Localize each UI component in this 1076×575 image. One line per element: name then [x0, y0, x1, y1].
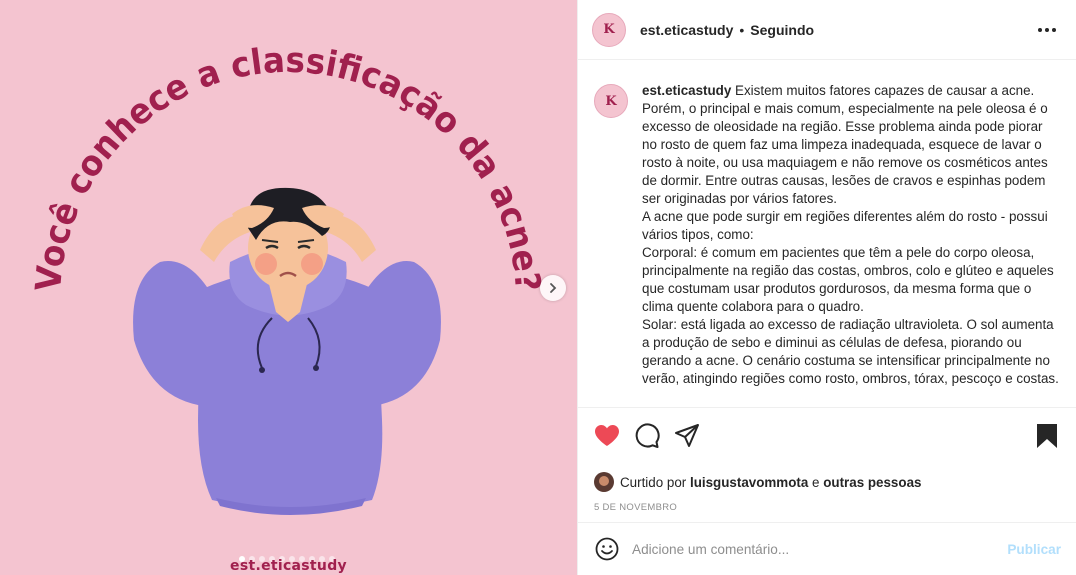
bookmark-icon: [1037, 424, 1057, 448]
heart-icon: [595, 425, 619, 446]
character: [133, 187, 441, 515]
likes-prefix: Curtido por: [620, 474, 687, 490]
comment-button[interactable]: [632, 421, 662, 451]
more-options-icon[interactable]: [1032, 22, 1062, 38]
share-icon: [675, 424, 699, 447]
next-slide-button[interactable]: [540, 275, 566, 301]
comment-icon: [635, 423, 660, 448]
caption-paragraph-2: A acne que pode surgir em regiões difere…: [642, 209, 1048, 242]
likes-connector: e: [812, 474, 820, 490]
caption-username[interactable]: est.eticastudy: [642, 83, 731, 98]
avatar[interactable]: K: [594, 84, 628, 118]
post-date[interactable]: 5 DE NOVEMBRO: [578, 502, 1076, 513]
chevron-right-icon: [550, 283, 557, 293]
caption-text: est.eticastudy Existem muitos fatores ca…: [642, 82, 1060, 407]
separator: •: [739, 21, 745, 38]
likes-summary: Curtido por luisgustavommota e outras pe…: [578, 470, 1076, 494]
comment-composer: Publicar: [578, 522, 1076, 575]
action-bar: [578, 408, 1076, 464]
avatar-letter: K: [603, 22, 615, 37]
share-button[interactable]: [672, 421, 702, 451]
caption-paragraph-4: Solar: está ligada ao excesso de radiaçã…: [642, 317, 1059, 386]
media-brand: est.eticastudy: [230, 558, 347, 574]
caption-paragraph-1: Existem muitos fatores capazes de causar…: [642, 83, 1048, 206]
post-header: K est.eticastudy • Seguindo: [578, 0, 1076, 60]
likes-others-link[interactable]: outras pessoas: [823, 475, 921, 490]
like-button[interactable]: [592, 421, 622, 451]
caption-area[interactable]: K est.eticastudy Existem muitos fatores …: [578, 60, 1076, 408]
avatar[interactable]: K: [592, 12, 626, 47]
post-details: K est.eticastudy • Seguindo K est.eticas…: [577, 0, 1076, 575]
illustration: Você conhece a classificação da acne?: [29, 41, 547, 515]
emoji-icon: [595, 537, 619, 561]
comment-input[interactable]: [632, 541, 1008, 557]
avatar-letter: K: [605, 93, 617, 109]
liker-avatar[interactable]: [594, 472, 614, 492]
author-username[interactable]: est.eticastudy: [640, 22, 733, 38]
save-button[interactable]: [1032, 421, 1062, 451]
publish-button[interactable]: Publicar: [1007, 542, 1061, 557]
liker-username[interactable]: luisgustavommota: [690, 475, 808, 490]
caption-paragraph-3: Corporal: é comum em pacientes que têm a…: [642, 245, 1054, 314]
post-media[interactable]: Você conhece a classificação da acne? es…: [0, 0, 577, 575]
emoji-button[interactable]: [594, 536, 620, 562]
follow-status-button[interactable]: Seguindo: [750, 22, 814, 38]
